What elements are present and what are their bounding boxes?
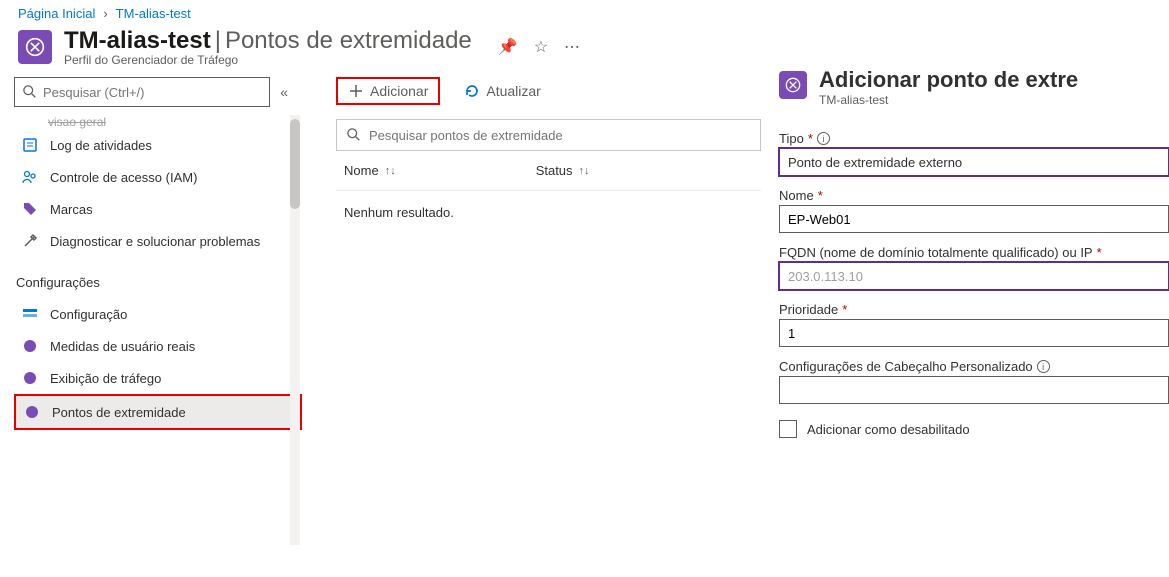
more-icon[interactable]: ⋯	[564, 37, 580, 57]
nav-label: Diagnosticar e solucionar problemas	[50, 234, 260, 249]
nav-overview-strike: visao geral	[14, 115, 302, 129]
field-name: Nome *	[779, 188, 1169, 233]
sidebar-search[interactable]	[14, 77, 270, 107]
collapse-sidebar-icon[interactable]: «	[280, 84, 288, 100]
required-indicator: *	[1097, 245, 1102, 260]
search-icon	[23, 85, 37, 99]
required-indicator: *	[842, 302, 847, 317]
field-fqdn: FQDN (nome de domínio totalmente qualifi…	[779, 245, 1169, 290]
col-status[interactable]: Status ↑↓	[536, 163, 590, 178]
grid-header: Nome ↑↓ Status ↑↓	[336, 151, 761, 191]
refresh-icon	[464, 83, 480, 99]
add-disabled-checkbox[interactable]	[779, 420, 797, 438]
iam-icon	[22, 169, 38, 185]
endpoint-search-input[interactable]	[369, 128, 750, 143]
field-custom-header: Configurações de Cabeçalho Personalizado…	[779, 359, 1169, 404]
nav-label: Exibição de tráfego	[50, 371, 161, 386]
type-label: Tipo	[779, 131, 804, 146]
add-disabled-label: Adicionar como desabilitado	[807, 422, 970, 437]
breadcrumb-separator: ›	[103, 6, 107, 21]
fqdn-input[interactable]	[779, 262, 1169, 290]
col-name-label: Nome	[344, 163, 379, 178]
sidebar-scrollbar-thumb[interactable]	[290, 119, 300, 209]
add-endpoint-panel: Adicionar ponto de extre TM-alias-test T…	[779, 67, 1169, 574]
nav-label: Marcas	[50, 202, 93, 217]
add-button[interactable]: Adicionar	[336, 77, 440, 105]
activity-log-icon	[22, 137, 38, 153]
endpoints-icon	[24, 404, 40, 420]
nav-label: Medidas de usuário reais	[50, 339, 195, 354]
nav-label: Pontos de extremidade	[52, 405, 186, 420]
grid-empty: Nenhum resultado.	[336, 191, 761, 234]
page-header: TM-alias-test | Pontos de extremidade Pe…	[0, 23, 1169, 67]
breadcrumb-current[interactable]: TM-alias-test	[116, 6, 191, 21]
custom-header-label: Configurações de Cabeçalho Personalizado	[779, 359, 1033, 374]
resource-icon	[18, 30, 52, 64]
title-separator: |	[215, 27, 221, 55]
type-select[interactable]: Ponto de extremidade externo	[779, 148, 1169, 176]
add-label: Adicionar	[370, 83, 428, 99]
pin-icon[interactable]: 📌	[498, 37, 518, 57]
sidebar: « visao geral Log de atividades Controle…	[0, 67, 302, 574]
refresh-button[interactable]: Atualizar	[454, 79, 550, 103]
main-content: Adicionar Atualizar Nome ↑↓ Status ↑↓ Ne…	[302, 67, 779, 574]
nav-tags[interactable]: Marcas	[14, 193, 302, 225]
nav-iam[interactable]: Controle de acesso (IAM)	[14, 161, 302, 193]
nav-settings-header: Configurações	[14, 267, 302, 298]
panel-title: Adicionar ponto de extre	[819, 67, 1078, 93]
real-user-icon	[22, 338, 38, 354]
fqdn-label: FQDN (nome de domínio totalmente qualifi…	[779, 245, 1093, 260]
tags-icon	[22, 201, 38, 217]
name-input[interactable]	[779, 205, 1169, 233]
breadcrumb-home[interactable]: Página Inicial	[18, 6, 95, 21]
nav-endpoints[interactable]: Pontos de extremidade	[14, 394, 302, 430]
field-type: Tipo * i Ponto de extremidade externo	[779, 131, 1169, 176]
add-disabled-row[interactable]: Adicionar como desabilitado	[779, 416, 1169, 438]
configuration-icon	[22, 306, 38, 322]
nav-configuration[interactable]: Configuração	[14, 298, 302, 330]
col-status-label: Status	[536, 163, 573, 178]
endpoint-search[interactable]	[336, 119, 761, 151]
sort-icon: ↑↓	[385, 165, 396, 177]
favorite-icon[interactable]: ☆	[534, 37, 548, 57]
refresh-label: Atualizar	[486, 83, 540, 99]
panel-subtitle: TM-alias-test	[819, 93, 1078, 107]
nav-label: Log de atividades	[50, 138, 152, 153]
custom-header-input[interactable]	[779, 376, 1169, 404]
field-priority: Prioridade *	[779, 302, 1169, 347]
panel-icon	[779, 71, 807, 99]
sort-icon: ↑↓	[579, 165, 590, 177]
nav-activity-log[interactable]: Log de atividades	[14, 129, 302, 161]
info-icon[interactable]: i	[1037, 360, 1050, 373]
sidebar-search-input[interactable]	[43, 85, 261, 100]
toolbar: Adicionar Atualizar	[336, 77, 761, 105]
required-indicator: *	[808, 131, 813, 146]
nav-diagnose[interactable]: Diagnosticar e solucionar problemas	[14, 225, 302, 257]
plus-icon	[348, 83, 364, 99]
type-value: Ponto de extremidade externo	[788, 155, 962, 170]
nav-real-user[interactable]: Medidas de usuário reais	[14, 330, 302, 362]
page-subtitle: Perfil do Gerenciador de Tráfego	[64, 53, 472, 67]
priority-label: Prioridade	[779, 302, 838, 317]
nav-label: Configuração	[50, 307, 127, 322]
name-label: Nome	[779, 188, 814, 203]
page-title: TM-alias-test	[64, 27, 211, 55]
info-icon[interactable]: i	[817, 132, 830, 145]
traffic-view-icon	[22, 370, 38, 386]
priority-input[interactable]	[779, 319, 1169, 347]
diagnose-icon	[22, 233, 38, 249]
breadcrumb: Página Inicial › TM-alias-test	[0, 0, 1169, 23]
search-icon	[347, 128, 361, 142]
page-section: Pontos de extremidade	[225, 27, 472, 55]
nav-label: Controle de acesso (IAM)	[50, 170, 197, 185]
required-indicator: *	[818, 188, 823, 203]
col-name[interactable]: Nome ↑↓	[344, 163, 396, 178]
nav-traffic-view[interactable]: Exibição de tráfego	[14, 362, 302, 394]
